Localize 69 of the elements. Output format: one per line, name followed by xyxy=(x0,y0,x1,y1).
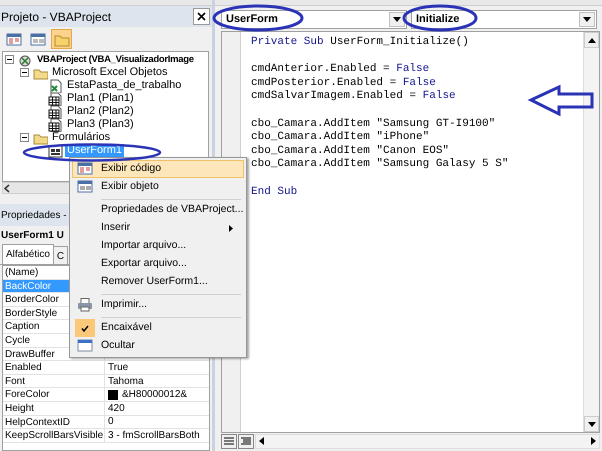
property-name[interactable]: ForeColor xyxy=(3,388,105,401)
collapse-icon[interactable] xyxy=(20,133,29,142)
tab[interactable]: C xyxy=(52,246,68,264)
property-value[interactable]: Tahoma xyxy=(108,374,144,388)
tree-item[interactable]: Plan3 (Plan3) xyxy=(65,118,136,131)
lines-icon xyxy=(224,437,234,445)
scroll-left-icon[interactable] xyxy=(3,184,11,192)
scroll-left-icon[interactable] xyxy=(259,437,264,445)
code-line: Private Sub UserForm_Initialize() xyxy=(251,36,470,50)
panel-title: Propriedades - xyxy=(1,208,67,222)
close-button[interactable] xyxy=(193,8,210,25)
code-line: cmdPosterior.Enabled = False xyxy=(251,76,437,90)
property-name[interactable]: KeepScrollBarsVisible xyxy=(3,429,105,442)
collapse-icon[interactable] xyxy=(20,68,29,77)
collapse-icon[interactable] xyxy=(5,55,14,64)
check-icon xyxy=(81,324,89,332)
code-line: cmdAnterior.Enabled = False xyxy=(251,63,430,77)
code-line: cmdSalvarImagem.Enabled = False xyxy=(251,90,457,104)
code-line: cbo_Camara.AddItem "Samsung Galasy 5 S" xyxy=(251,158,510,172)
code-line: End Sub xyxy=(251,186,298,200)
menu-item[interactable]: Exibir código xyxy=(72,160,244,178)
scroll-down-icon[interactable] xyxy=(588,422,596,426)
tree-item[interactable]: Plan2 (Plan2) xyxy=(65,105,136,118)
close-icon xyxy=(197,12,206,21)
full-module-view-button[interactable] xyxy=(238,434,254,448)
dropdown-arrow-icon xyxy=(393,17,401,22)
property-value[interactable]: &H80000012& xyxy=(122,388,188,402)
tab[interactable]: Alfabético xyxy=(2,244,54,264)
view-code-icon xyxy=(77,162,93,176)
object-dropdown[interactable]: UserForm xyxy=(221,10,407,29)
menu-item[interactable]: Encaixável xyxy=(72,314,244,337)
panel-title: Projeto - VBAProject xyxy=(1,8,112,26)
form-icon xyxy=(77,180,93,194)
code-line: cbo_Camara.AddItem "Samsung GT-I9100" xyxy=(251,118,496,131)
property-name[interactable]: Enabled xyxy=(3,361,105,374)
sheet-icon xyxy=(48,104,63,118)
property-value[interactable]: 3 - fmScrollBarsBoth xyxy=(108,428,200,442)
view-code-icon xyxy=(6,32,22,46)
property-value[interactable]: 420 xyxy=(108,402,125,415)
scroll-up-icon[interactable] xyxy=(588,38,596,42)
procedure-view-button[interactable] xyxy=(221,434,237,448)
scroll-right-icon[interactable] xyxy=(591,437,596,445)
workbook-icon xyxy=(48,78,63,92)
procedure-dropdown[interactable]: Initialize xyxy=(411,10,597,29)
property-name[interactable]: Height xyxy=(3,402,105,415)
project-icon xyxy=(18,52,33,66)
printer-icon xyxy=(77,298,93,312)
tree-item[interactable]: EstaPasta_de_trabalho xyxy=(65,79,184,92)
property-value[interactable]: True xyxy=(108,360,128,374)
tree-item[interactable]: Plan1 (Plan1) xyxy=(65,92,136,105)
sheet-icon xyxy=(48,118,63,132)
property-name[interactable]: Font xyxy=(3,374,105,388)
object-selector: UserForm1 U xyxy=(1,228,64,242)
tree-item[interactable]: Microsoft Excel Objetos xyxy=(50,66,170,79)
code-line: cbo_Camara.AddItem "iPhone" xyxy=(251,131,430,145)
dropdown-arrow-icon xyxy=(583,17,591,22)
menu-item[interactable]: Inserir xyxy=(72,219,244,237)
code-line: cbo_Camara.AddItem "Canon EOS" xyxy=(251,144,450,158)
property-name[interactable]: HelpContextID xyxy=(3,416,105,428)
menu-item[interactable]: Importar arquivo... xyxy=(72,237,244,255)
tree-item[interactable]: VBAProject (VBA_VisualizadorImage xyxy=(35,53,196,66)
form-icon xyxy=(30,32,46,46)
lines-icon xyxy=(241,437,251,445)
sheet-icon xyxy=(48,92,63,106)
tree-item[interactable]: Formulários xyxy=(50,131,112,144)
menu-item[interactable]: Exibir objeto xyxy=(72,178,244,196)
property-value[interactable]: 0 xyxy=(108,415,114,428)
window-icon xyxy=(77,339,93,353)
annotation-arrow xyxy=(528,84,594,116)
